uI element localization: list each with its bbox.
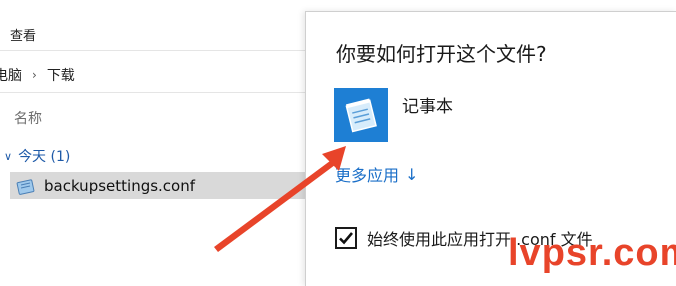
- group-label: 今天 (1): [18, 149, 71, 165]
- app-name-notepad[interactable]: 记事本: [402, 92, 453, 117]
- breadcrumb-item-downloads[interactable]: 下载: [47, 65, 75, 85]
- ribbon-tab-view[interactable]: 查看: [10, 25, 36, 44]
- checkmark-icon: [339, 232, 353, 245]
- always-use-checkbox[interactable]: [335, 227, 357, 249]
- watermark: lvpsr.com: [508, 232, 676, 274]
- dialog-title: 你要如何打开这个文件?: [336, 42, 547, 66]
- chevron-down-icon[interactable]: ∨: [4, 150, 12, 163]
- more-apps-link[interactable]: 更多应用 ↓: [335, 162, 418, 186]
- breadcrumb: 电脑 › 下载: [0, 64, 75, 86]
- column-header-name[interactable]: 名称: [14, 108, 42, 128]
- file-explorer-pane: 查看 电脑 › 下载 名称 ∨ 今天 (1) backupsettings.co…: [0, 0, 305, 285]
- breadcrumb-separator-icon[interactable]: ›: [32, 68, 37, 82]
- notepad-icon[interactable]: [334, 88, 388, 142]
- divider: [0, 92, 305, 93]
- arrow-down-icon: ↓: [405, 164, 419, 184]
- file-row[interactable]: backupsettings.conf: [10, 172, 305, 199]
- divider: [0, 50, 305, 51]
- group-header-today[interactable]: ∨ 今天 (1): [4, 146, 70, 166]
- file-name: backupsettings.conf: [44, 176, 196, 195]
- notepad-glyph: [345, 98, 377, 133]
- notepad-file-icon: [16, 178, 35, 195]
- more-apps-label: 更多应用: [335, 166, 400, 185]
- breadcrumb-item-computer[interactable]: 电脑: [0, 65, 22, 85]
